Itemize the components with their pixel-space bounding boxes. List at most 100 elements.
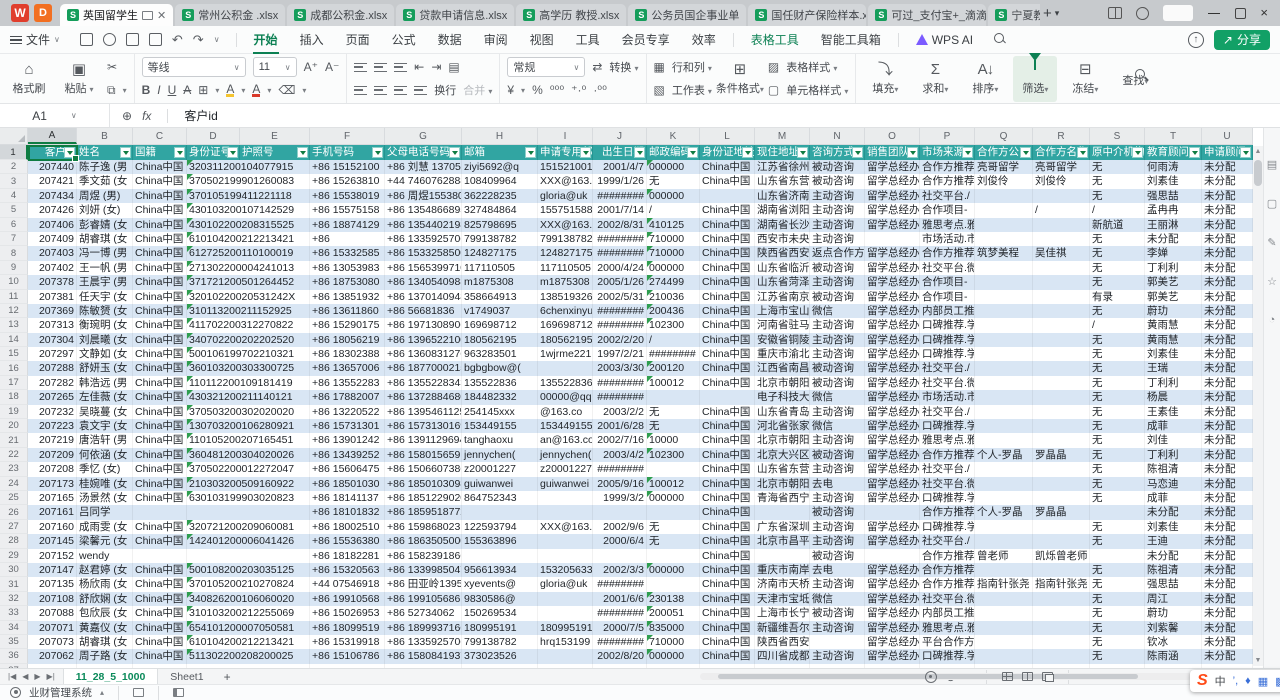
cell[interactable]: 207381 <box>28 290 77 304</box>
strikethrough-icon[interactable]: A <box>183 83 191 97</box>
cell[interactable]: China中国 <box>700 419 755 433</box>
output-icon[interactable] <box>103 33 116 46</box>
cell[interactable]: +86 13851932 <box>310 290 385 304</box>
cell[interactable]: 留学总经办 <box>865 606 920 620</box>
cell[interactable] <box>1033 390 1090 404</box>
column-header-H[interactable]: H <box>462 128 538 144</box>
header-cell[interactable]: 市场来源 <box>920 145 975 160</box>
cell[interactable]: 微信 <box>810 390 865 404</box>
cell[interactable]: guiwanwei <box>462 477 538 491</box>
cell[interactable]: China中国 <box>133 361 187 375</box>
cell[interactable] <box>975 520 1033 534</box>
cell[interactable] <box>975 592 1033 606</box>
cell[interactable]: 新航道 <box>1090 218 1145 232</box>
cell[interactable]: hrq153199 <box>538 635 593 649</box>
column-header-K[interactable]: K <box>647 128 700 144</box>
cell[interactable] <box>538 491 593 505</box>
cell[interactable]: 内部员工推 <box>920 606 975 620</box>
cell[interactable]: 陕西省西安 <box>755 246 810 260</box>
cell[interactable]: 511302200208200025 <box>187 649 240 663</box>
cell[interactable]: 207265 <box>28 390 77 404</box>
cell[interactable]: 000000 <box>647 189 700 203</box>
cell[interactable]: China中国 <box>133 491 187 505</box>
row-number[interactable]: 29 <box>0 549 28 563</box>
cell[interactable]: +86 15106786 <box>310 649 385 663</box>
cell[interactable]: 被动咨询 <box>810 290 865 304</box>
docs-home-icon[interactable]: D <box>34 4 52 22</box>
cell[interactable]: 刘俊伶 <box>1033 174 1090 188</box>
cell[interactable] <box>647 462 700 476</box>
cell[interactable]: 180995191 <box>538 621 593 635</box>
cell[interactable]: 北京市昌平 <box>755 534 810 548</box>
cell[interactable]: 000000 <box>647 261 700 275</box>
cell[interactable]: 留学总经办 <box>865 621 920 635</box>
filter-dropdown-icon[interactable] <box>372 147 383 158</box>
cell[interactable]: 被动咨询 <box>810 160 865 174</box>
row-number[interactable]: 18 <box>0 390 28 404</box>
cell[interactable]: 衡琬明 (女 <box>77 318 133 332</box>
cell[interactable] <box>1033 318 1090 332</box>
cell[interactable]: 赵君婷 (女 <box>77 563 133 577</box>
row-number[interactable]: 1 <box>0 145 28 160</box>
cell[interactable]: 1wjrme221( <box>538 347 593 361</box>
cell[interactable] <box>865 549 920 563</box>
cell[interactable]: +86 刘慧 137052 <box>385 160 462 174</box>
cell[interactable]: 社交平台./ <box>920 462 975 476</box>
cell[interactable]: 000000 <box>647 563 700 577</box>
cell[interactable]: 杨欣雨 (女 <box>77 577 133 591</box>
cell[interactable]: 主动咨询 <box>810 189 865 203</box>
cell[interactable]: +86 15731301 <box>310 419 385 433</box>
cell[interactable]: 广东省深圳 <box>755 520 810 534</box>
cell[interactable]: 主动咨询 <box>810 232 865 246</box>
file-tab[interactable]: S英国留学生✕ <box>60 4 173 26</box>
cell[interactable]: 王晨宇 (男 <box>77 275 133 289</box>
cell[interactable]: China中国 <box>133 433 187 447</box>
cell[interactable]: 207209 <box>28 448 77 462</box>
cell[interactable]: 江苏省南京 <box>755 290 810 304</box>
cell[interactable]: 文静如 (女 <box>77 347 133 361</box>
cell[interactable]: 无 <box>1090 577 1145 591</box>
cell[interactable]: +86 15152100 <box>310 160 385 174</box>
cell[interactable]: 主动咨询 <box>810 649 865 663</box>
cell[interactable]: 王丽淋 <box>1145 218 1202 232</box>
cell[interactable]: 留学总经办 <box>865 649 920 663</box>
cell[interactable]: +86 1850103098 <box>385 477 462 491</box>
cell[interactable]: 无 <box>647 520 700 534</box>
worksheet-button[interactable]: 工作表 ▾ <box>672 82 712 98</box>
cell[interactable]: +86 18302388 <box>310 347 385 361</box>
column-header-O[interactable]: O <box>865 128 920 144</box>
cell[interactable] <box>647 549 700 563</box>
cell[interactable]: 黄嘉仪 (女 <box>77 621 133 635</box>
cell[interactable]: 180995191 <box>462 621 538 635</box>
cell[interactable]: 无 <box>647 534 700 548</box>
cell[interactable] <box>593 505 647 519</box>
cell[interactable]: 370502200012272047 <box>187 462 240 476</box>
cell[interactable] <box>700 390 755 404</box>
cell[interactable]: 155751588 <box>538 203 593 217</box>
cell[interactable]: 207088 <box>28 606 77 620</box>
cell[interactable]: 舒欣娴 (女 <box>77 592 133 606</box>
cell[interactable]: +86 15290175 <box>310 318 385 332</box>
undo-icon[interactable]: ↶ <box>172 32 183 48</box>
cell[interactable]: China中国 <box>700 318 755 332</box>
header-cell[interactable]: 合作方名称 <box>1033 145 1090 160</box>
cell[interactable]: +86 1533258500 <box>385 246 462 260</box>
cell[interactable]: 韩浩远 (男 <box>77 376 133 390</box>
cell[interactable]: China中国 <box>700 218 755 232</box>
account-button[interactable] <box>1163 5 1193 21</box>
menu-tab-公式[interactable]: 公式 <box>381 26 427 54</box>
cell[interactable] <box>538 606 593 620</box>
cell[interactable]: China中国 <box>133 649 187 663</box>
menu-tab-页面[interactable]: 页面 <box>335 26 381 54</box>
cell[interactable]: 207402 <box>28 261 77 275</box>
cell[interactable]: 陈祖清 <box>1145 563 1202 577</box>
cell[interactable]: 108409964 <box>462 174 538 188</box>
row-number[interactable]: 10 <box>0 275 28 289</box>
cell[interactable] <box>1033 361 1090 375</box>
cell[interactable]: 陈敏赟 (女 <box>77 304 133 318</box>
cell[interactable] <box>1033 563 1090 577</box>
cell[interactable]: / <box>1090 318 1145 332</box>
cell[interactable]: +86 1851229020 <box>385 491 462 505</box>
cell[interactable]: 未分配 <box>1202 419 1253 433</box>
cell[interactable]: China中国 <box>700 405 755 419</box>
